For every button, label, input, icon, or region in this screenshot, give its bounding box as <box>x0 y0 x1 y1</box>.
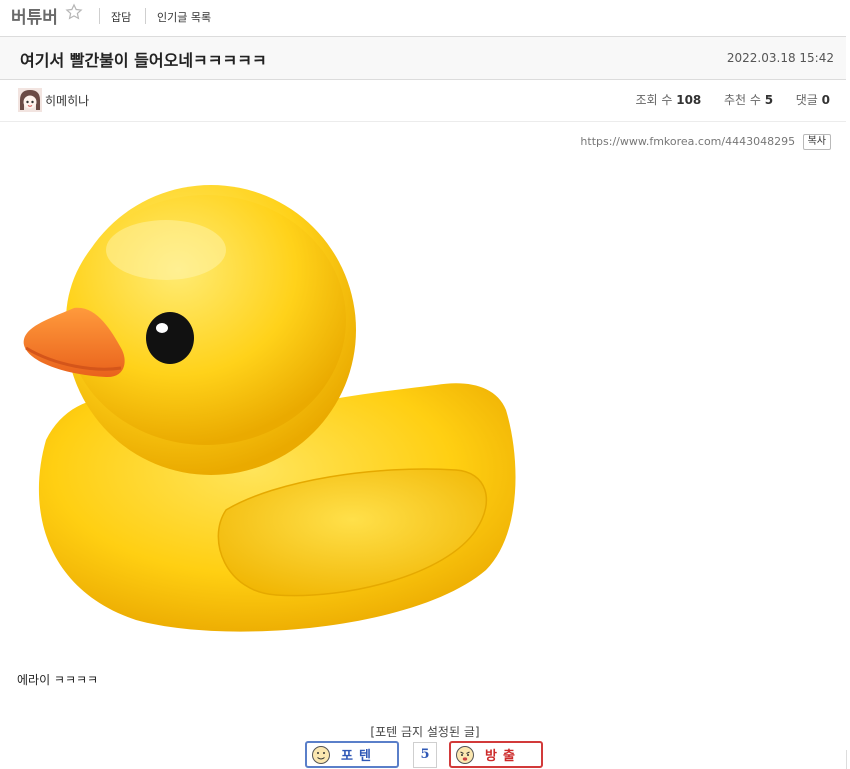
vote-count: 5 <box>413 742 437 768</box>
vote-row: 포텐 5 방출 <box>0 741 850 768</box>
post-stats: 조회 수 108 추천 수 5 댓글 0 <box>635 91 830 108</box>
top-bar: 버튜버 잡담 인기글 목록 <box>0 0 850 34</box>
divider <box>145 8 146 24</box>
vote-notice: [포텐 금지 설정된 글] <box>370 725 480 739</box>
divider <box>99 8 100 24</box>
post-url-row: https://www.fmkorea.com/4443048295 복사 <box>580 134 831 150</box>
angry-face-icon <box>456 745 474 764</box>
post-meta: 히메히나 조회 수 108 추천 수 5 댓글 0 <box>0 79 846 122</box>
post-header: 여기서 빨간불이 들어오네ㅋㅋㅋㅋㅋ 2022.03.18 15:42 <box>0 36 846 80</box>
rubber-duck-image <box>23 185 516 632</box>
post-date: 2022.03.18 15:42 <box>726 51 834 65</box>
views-label: 조회 수 <box>635 93 673 107</box>
recommend-count: 5 <box>764 93 774 107</box>
recommend-label: 추천 수 <box>723 93 761 107</box>
post-body-text: 에라이 ㅋㅋㅋㅋ <box>17 673 99 687</box>
upvote-button[interactable]: 포텐 <box>305 741 399 768</box>
post-url[interactable]: https://www.fmkorea.com/4443048295 <box>580 135 795 148</box>
downvote-button[interactable]: 방출 <box>449 741 543 768</box>
star-icon[interactable] <box>65 3 83 21</box>
comments-label: 댓글 <box>795 93 818 107</box>
views-count: 108 <box>676 93 702 107</box>
nav-link-popular[interactable]: 인기글 목록 <box>157 9 211 25</box>
board-name[interactable]: 버튜버 <box>11 3 58 28</box>
comments-count: 0 <box>821 93 830 107</box>
post-title: 여기서 빨간불이 들어오네ㅋㅋㅋㅋㅋ <box>20 51 267 70</box>
downvote-label: 방출 <box>485 749 521 764</box>
upvote-label: 포텐 <box>341 749 377 764</box>
avatar[interactable] <box>18 88 42 112</box>
copy-button[interactable]: 복사 <box>802 134 831 150</box>
thumbs-up-face-icon <box>312 745 330 764</box>
author-name[interactable]: 히메히나 <box>45 92 89 109</box>
nav-link-chat[interactable]: 잡담 <box>111 9 131 25</box>
scrollbar[interactable] <box>846 750 850 769</box>
